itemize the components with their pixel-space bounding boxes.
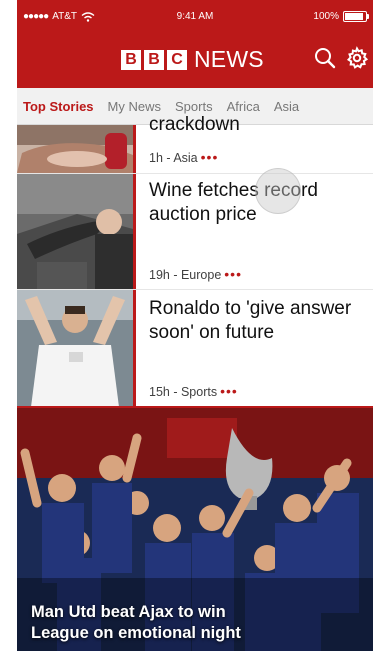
story-headline: crackdown [149,114,240,135]
story-item[interactable]: Wine fetches record auction price 19h - … [17,173,373,290]
story-meta-text: 19h - Europe [149,268,222,282]
battery-level [345,13,363,20]
tab-my-news[interactable]: My News [101,99,168,114]
more-dots-icon[interactable]: ••• [201,149,219,165]
more-dots-icon[interactable]: ••• [220,383,238,399]
bbc-news-logo[interactable]: B B C NEWS [121,46,264,73]
story-meta: 1h - Asia ••• [149,149,218,165]
story-thumbnail [17,174,133,290]
logo-block: B [121,49,141,70]
battery-percent: 100% [313,11,339,22]
app-screen: ●●●●● AT&T 9:41 AM 100% B B C NEWS Top S… [17,0,373,651]
story-meta: 15h - Sports ••• [149,383,238,399]
hero-headline: Man Utd beat Ajax to win League on emoti… [31,602,241,644]
app-header: B B C NEWS [17,34,373,88]
tab-top-stories[interactable]: Top Stories [17,99,101,114]
search-icon[interactable] [313,46,337,70]
story-meta-text: 15h - Sports [149,385,218,399]
hero-story[interactable]: Man Utd beat Ajax to win League on emoti… [17,408,373,651]
hero-headline-line: League on emotional night [31,624,241,642]
story-thumbnail [17,290,133,407]
logo-word: NEWS [194,46,264,72]
tab-africa[interactable]: Africa [220,99,267,114]
story-meta: 19h - Europe ••• [149,266,242,282]
touch-indicator [255,168,301,214]
story-meta-text: 1h - Asia [149,151,198,165]
story-item[interactable]: Ronaldo to 'give answer soon' on future … [17,289,373,407]
story-headline: Ronaldo to 'give answer soon' on future [149,298,352,343]
battery-icon [343,11,369,22]
more-dots-icon[interactable]: ••• [224,266,242,282]
story-item[interactable]: crackdown 1h - Asia ••• [17,114,373,173]
status-bar: ●●●●● AT&T 9:41 AM 100% [17,0,373,34]
story-thumbnail [17,125,133,173]
logo-block: C [167,49,187,70]
tab-asia[interactable]: Asia [267,99,306,114]
hero-headline-line: Man Utd beat Ajax to win [31,603,226,621]
tab-sports[interactable]: Sports [168,99,220,114]
gear-icon[interactable] [345,46,369,70]
logo-block: B [144,49,164,70]
